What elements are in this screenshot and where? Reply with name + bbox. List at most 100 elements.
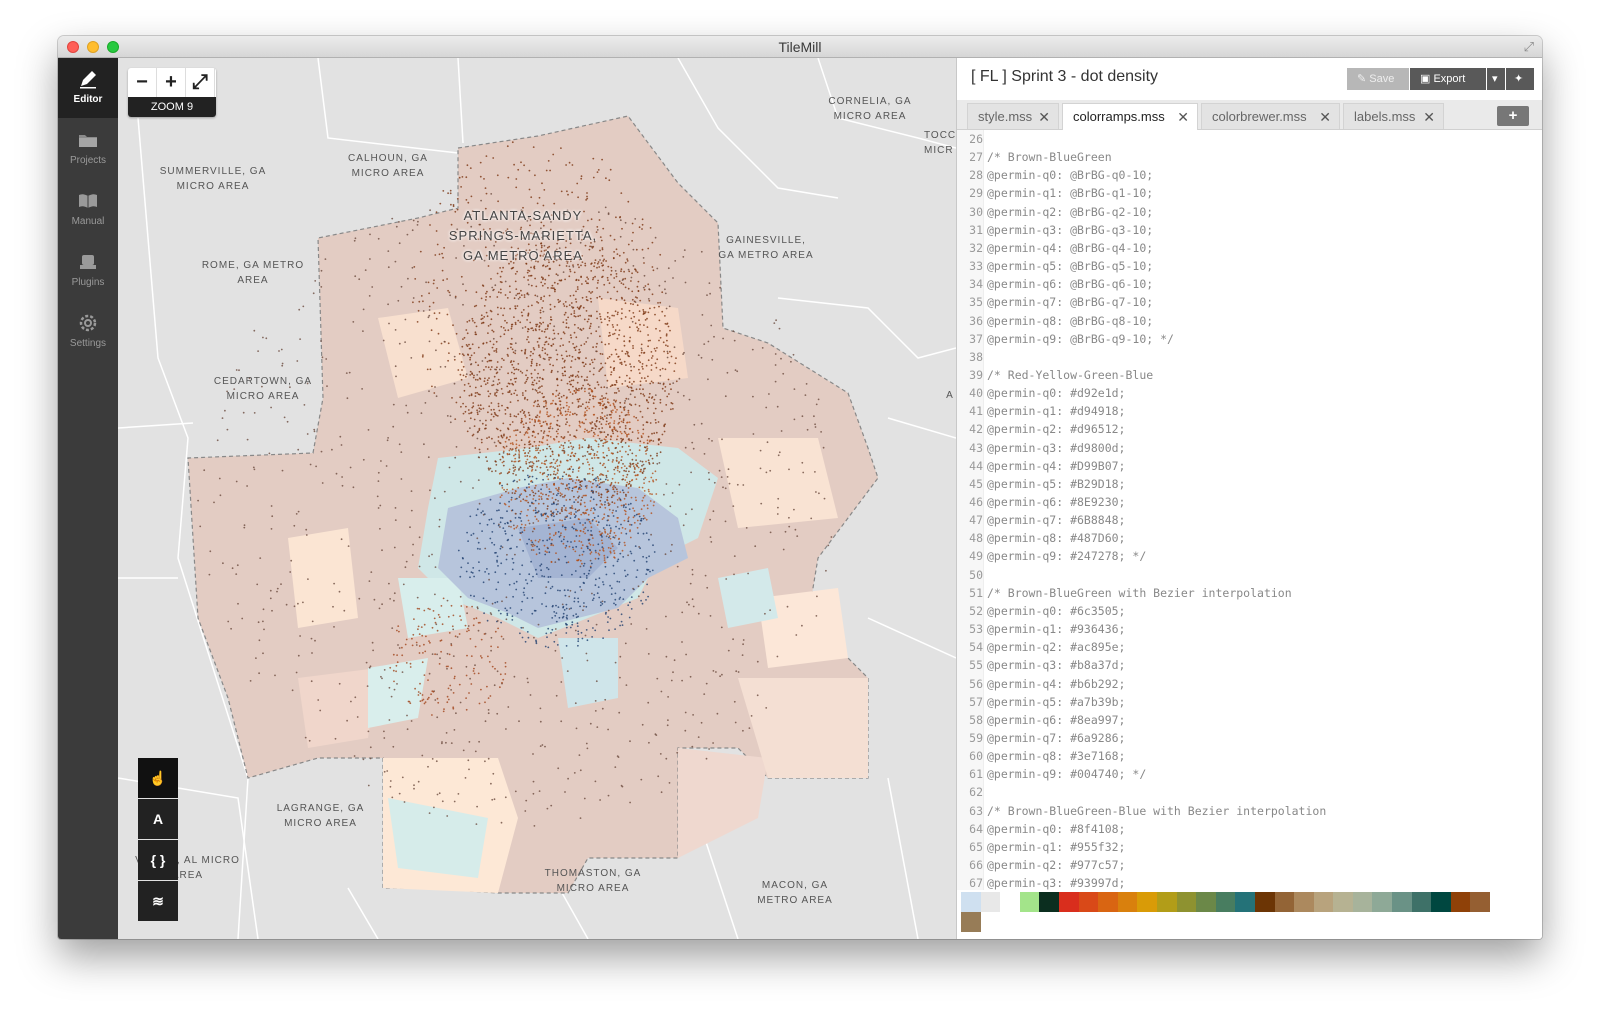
code-line[interactable]: @permin-q2: #ac895e; <box>987 638 1125 656</box>
layers-icon[interactable]: ≋ <box>138 881 178 921</box>
code-line[interactable]: @permin-q0: #d92e1d; <box>987 384 1125 402</box>
hand-pointer-icon[interactable]: ☝ <box>138 758 178 798</box>
code-line[interactable]: @permin-q4: #b6b292; <box>987 675 1125 693</box>
color-swatch[interactable] <box>1392 892 1412 912</box>
color-swatch[interactable] <box>1274 892 1295 912</box>
sidebar-item-editor[interactable]: Editor <box>58 58 118 118</box>
color-swatch[interactable] <box>1019 892 1040 912</box>
chevron-down-icon[interactable]: ▾ <box>1487 68 1505 90</box>
line-number: 26 <box>969 132 983 146</box>
code-line[interactable]: @permin-q5: @BrBG-q5-10; <box>987 257 1153 275</box>
line-number: 36 <box>969 313 983 328</box>
color-swatch[interactable] <box>1039 892 1059 912</box>
braces-icon[interactable]: { } <box>138 840 178 880</box>
code-line[interactable]: @permin-q1: @BrBG-q1-10; <box>987 184 1153 202</box>
code-line[interactable]: @permin-q2: #977c57; <box>987 856 1125 874</box>
code-line[interactable]: /* Brown-BlueGreen with Bezier interpola… <box>987 584 1292 602</box>
line-number: 38 <box>969 349 983 364</box>
map-view[interactable]: − + ⤢ ZOOM 9 ATLANTA-SANDY SPRINGS-MARIE… <box>118 58 956 939</box>
code-line[interactable]: @permin-q0: #8f4108; <box>987 820 1125 838</box>
code-line[interactable]: @permin-q4: @BrBG-q4-10; <box>987 239 1153 257</box>
code-line[interactable]: @permin-q7: @BrBG-q7-10; <box>987 293 1153 311</box>
color-swatch[interactable] <box>1176 892 1197 912</box>
code-line[interactable]: /* Brown-BlueGreen <box>987 148 1112 166</box>
code-line[interactable]: @permin-q9: #004740; */ <box>987 765 1146 783</box>
code-line[interactable]: @permin-q2: #d96512; <box>987 420 1125 438</box>
code-line[interactable]: @permin-q1: #936436; <box>987 620 1125 638</box>
code-line[interactable]: @permin-q1: #d94918; <box>987 402 1125 420</box>
code-line[interactable]: @permin-q5: #a7b39b; <box>987 693 1125 711</box>
summerville-label: SUMMERVILLE, GA MICRO AREA <box>159 166 267 192</box>
close-icon[interactable]: ✕ <box>1177 104 1189 130</box>
color-swatch[interactable] <box>1215 892 1236 912</box>
sidebar-item-manual[interactable]: Manual <box>58 180 118 240</box>
code-line[interactable]: @permin-q5: #B29D18; <box>987 475 1125 493</box>
code-line[interactable]: @permin-q7: #6a9286; <box>987 729 1125 747</box>
tab-style-mss[interactable]: style.mss ✕ <box>967 103 1059 129</box>
zoom-extent-button[interactable]: ⤢ <box>186 68 215 97</box>
code-line[interactable]: @permin-q3: #93997d; <box>987 874 1125 890</box>
add-tab-button[interactable]: + <box>1497 106 1529 126</box>
sidebar-item-plugins[interactable]: Plugins <box>58 241 118 301</box>
wrench-icon[interactable]: ✦ <box>1506 68 1534 90</box>
save-button[interactable]: ✎ Save <box>1347 68 1409 90</box>
code-line[interactable]: @permin-q8: @BrBG-q8-10; <box>987 312 1153 330</box>
code-line[interactable]: @permin-q3: #b8a37d; <box>987 656 1125 674</box>
color-swatch[interactable] <box>980 892 1001 912</box>
zoom-out-button[interactable]: − <box>128 68 157 97</box>
color-swatch[interactable] <box>1058 892 1079 912</box>
color-swatch[interactable] <box>1450 892 1471 912</box>
color-swatch[interactable] <box>961 912 981 932</box>
code-line[interactable]: @permin-q4: #D99B07; <box>987 457 1125 475</box>
code-line[interactable]: @permin-q0: @BrBG-q0-10; <box>987 166 1153 184</box>
fullscreen-icon[interactable]: ⤢ <box>1524 39 1534 55</box>
color-swatch[interactable] <box>1372 892 1393 912</box>
color-swatch[interactable] <box>1078 892 1099 912</box>
color-swatch[interactable] <box>1470 892 1491 912</box>
code-line[interactable]: @permin-q7: #6B8848; <box>987 511 1125 529</box>
code-line[interactable]: @permin-q8: #3e7168; <box>987 747 1125 765</box>
line-number: 45 <box>969 476 983 491</box>
zoom-in-button[interactable]: + <box>157 68 186 97</box>
color-swatch[interactable] <box>1156 892 1177 912</box>
color-swatch[interactable] <box>1411 892 1432 912</box>
code-line[interactable]: @permin-q2: @BrBG-q2-10; <box>987 203 1153 221</box>
color-swatch[interactable] <box>1313 892 1334 912</box>
color-swatch[interactable] <box>1196 892 1216 912</box>
close-icon[interactable]: ✕ <box>1423 104 1435 130</box>
code-line[interactable]: /* Brown-BlueGreen-Blue with Bezier inte… <box>987 802 1326 820</box>
sidebar-item-settings[interactable]: Settings <box>58 302 118 362</box>
color-swatch[interactable] <box>961 892 981 912</box>
tab-labels-mss[interactable]: labels.mss ✕ <box>1343 103 1444 129</box>
color-swatch[interactable] <box>1431 892 1451 912</box>
color-swatch[interactable] <box>1333 892 1353 912</box>
code-line[interactable]: @permin-q9: @BrBG-q9-10; */ <box>987 330 1174 348</box>
export-button[interactable]: ▣ Export <box>1410 68 1486 90</box>
code-line[interactable]: @permin-q6: #8E9230; <box>987 493 1125 511</box>
code-line[interactable]: @permin-q3: @BrBG-q3-10; <box>987 221 1153 239</box>
color-swatch[interactable] <box>1254 892 1275 912</box>
tab-colorbrewer-mss[interactable]: colorbrewer.mss ✕ <box>1201 103 1340 129</box>
close-icon[interactable]: ✕ <box>1319 104 1331 130</box>
text-a-icon[interactable]: A <box>138 799 178 839</box>
color-swatch[interactable] <box>1294 892 1314 912</box>
color-swatch[interactable] <box>1000 892 1020 912</box>
color-swatch[interactable] <box>1235 892 1255 912</box>
color-swatch[interactable] <box>1352 892 1373 912</box>
sidebar-item-projects[interactable]: Projects <box>58 119 118 179</box>
code-line[interactable]: @permin-q9: #247278; */ <box>987 547 1146 565</box>
color-swatch[interactable] <box>1137 892 1157 912</box>
code-line[interactable]: @permin-q6: @BrBG-q6-10; <box>987 275 1153 293</box>
code-line[interactable]: @permin-q0: #6c3505; <box>987 602 1125 620</box>
tab-colorramps-mss[interactable]: colorramps.mss ✕ <box>1062 103 1198 130</box>
close-icon[interactable]: ✕ <box>1038 104 1050 130</box>
code-line[interactable]: /* Red-Yellow-Green-Blue <box>987 366 1153 384</box>
tab-label: style.mss <box>978 109 1033 124</box>
code-line[interactable]: @permin-q1: #955f32; <box>987 838 1125 856</box>
color-swatch[interactable] <box>1098 892 1118 912</box>
code-editor[interactable]: 26 27 /* Brown-BlueGreen 28 @permin-q0: @BrB… <box>957 130 1542 890</box>
code-line[interactable]: @permin-q8: #487D60; <box>987 529 1125 547</box>
code-line[interactable]: @permin-q6: #8ea997; <box>987 711 1125 729</box>
code-line[interactable]: @permin-q3: #d9800d; <box>987 439 1125 457</box>
color-swatch[interactable] <box>1117 892 1138 912</box>
